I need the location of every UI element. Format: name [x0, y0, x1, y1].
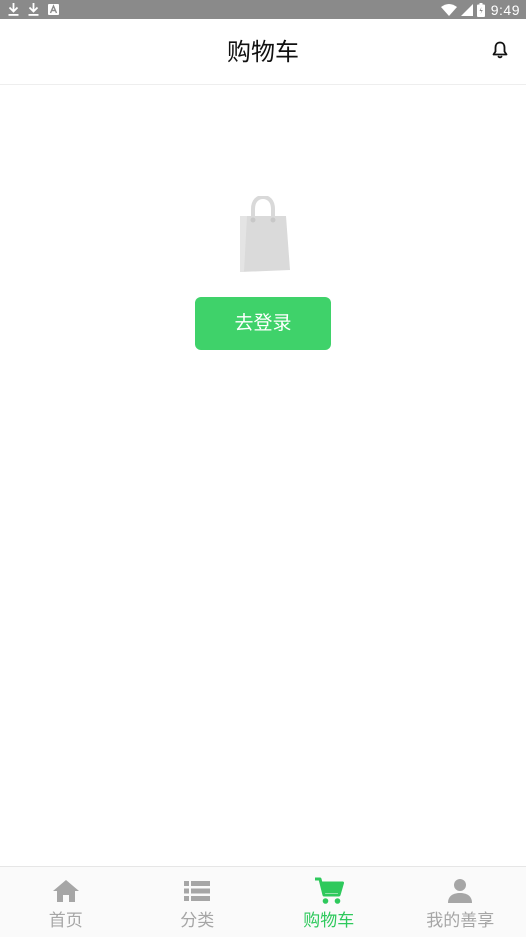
go-login-button[interactable]: 去登录	[195, 297, 331, 350]
wifi-icon	[440, 3, 457, 16]
download-icon	[28, 3, 39, 16]
tab-label: 分类	[180, 911, 215, 931]
person-icon	[445, 877, 475, 905]
status-time: 9:49	[490, 1, 520, 18]
download-icon	[8, 3, 19, 16]
list-icon	[182, 877, 212, 905]
app-notification-icon	[48, 4, 59, 15]
tab-label: 购物车	[303, 911, 355, 931]
page-title: 购物车	[227, 38, 299, 66]
battery-icon	[476, 2, 485, 17]
tab-home[interactable]: 首页	[0, 867, 132, 937]
tab-label: 首页	[48, 911, 83, 931]
bell-icon	[492, 41, 508, 63]
home-icon	[51, 877, 81, 905]
app-header: 购物车	[0, 19, 526, 85]
tab-category[interactable]: 分类	[132, 867, 264, 937]
status-bar: 9:49	[0, 0, 526, 19]
status-notifications	[8, 0, 59, 19]
signal-icon	[460, 3, 473, 16]
tab-label: 我的善享	[426, 911, 495, 931]
cart-icon	[314, 877, 344, 905]
bottom-tab-bar: 首页 分类 购物车 我的善享	[0, 866, 526, 937]
shopping-bag-icon	[235, 194, 291, 274]
tab-profile[interactable]: 我的善享	[395, 867, 526, 937]
status-system: 9:49	[440, 0, 520, 19]
tab-cart[interactable]: 购物车	[263, 867, 395, 937]
notification-button[interactable]	[490, 41, 510, 63]
